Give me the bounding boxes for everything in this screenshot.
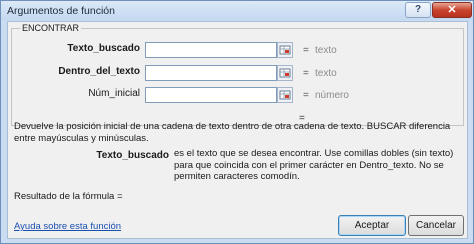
range-select-icon[interactable] xyxy=(277,65,293,81)
arg-label-texto-buscado: Texto_buscado xyxy=(67,43,140,54)
range-select-icon[interactable] xyxy=(277,87,293,103)
function-arguments-dialog: Argumentos de función ? ✕ ENCONTRAR Text… xyxy=(0,0,474,244)
arg-equals: = xyxy=(303,45,309,56)
range-select-icon[interactable] xyxy=(277,42,293,58)
arg-type-hint: texto xyxy=(315,45,337,56)
arg-label-dentro-del-texto: Dentro_del_texto xyxy=(58,66,140,77)
param-help-name: Texto_buscado xyxy=(96,150,169,161)
function-description: Devuelve la posición inicial de una cade… xyxy=(14,121,451,144)
arg-equals: = xyxy=(303,68,309,79)
dentro-del-texto-input[interactable] xyxy=(145,65,277,81)
dialog-title: Argumentos de función xyxy=(7,5,115,17)
formula-result: Resultado de la fórmula = xyxy=(14,191,123,202)
arg-type-hint: número xyxy=(315,90,349,101)
dialog-body: ENCONTRAR Texto_buscado = texto Dentro_d… xyxy=(7,21,468,239)
close-button[interactable]: ✕ xyxy=(432,2,472,18)
group-title: ENCONTRAR xyxy=(20,23,82,33)
num-inicial-input[interactable] xyxy=(145,87,277,103)
arg-type-hint: texto xyxy=(315,68,337,79)
arg-equals: = xyxy=(303,90,309,101)
arg-label-num-inicial: Núm_inicial xyxy=(88,88,140,99)
function-help-link[interactable]: Ayuda sobre esta función xyxy=(14,221,121,232)
ok-button[interactable]: Aceptar xyxy=(338,215,406,236)
title-bar[interactable]: Argumentos de función ? ✕ xyxy=(1,1,473,20)
help-button[interactable]: ? xyxy=(405,2,431,18)
arguments-group: ENCONTRAR Texto_buscado = texto Dentro_d… xyxy=(11,23,464,126)
cancel-button[interactable]: Cancelar xyxy=(408,215,464,236)
texto-buscado-input[interactable] xyxy=(145,42,277,58)
param-help-text: es el texto que se desea encontrar. Use … xyxy=(174,148,454,182)
